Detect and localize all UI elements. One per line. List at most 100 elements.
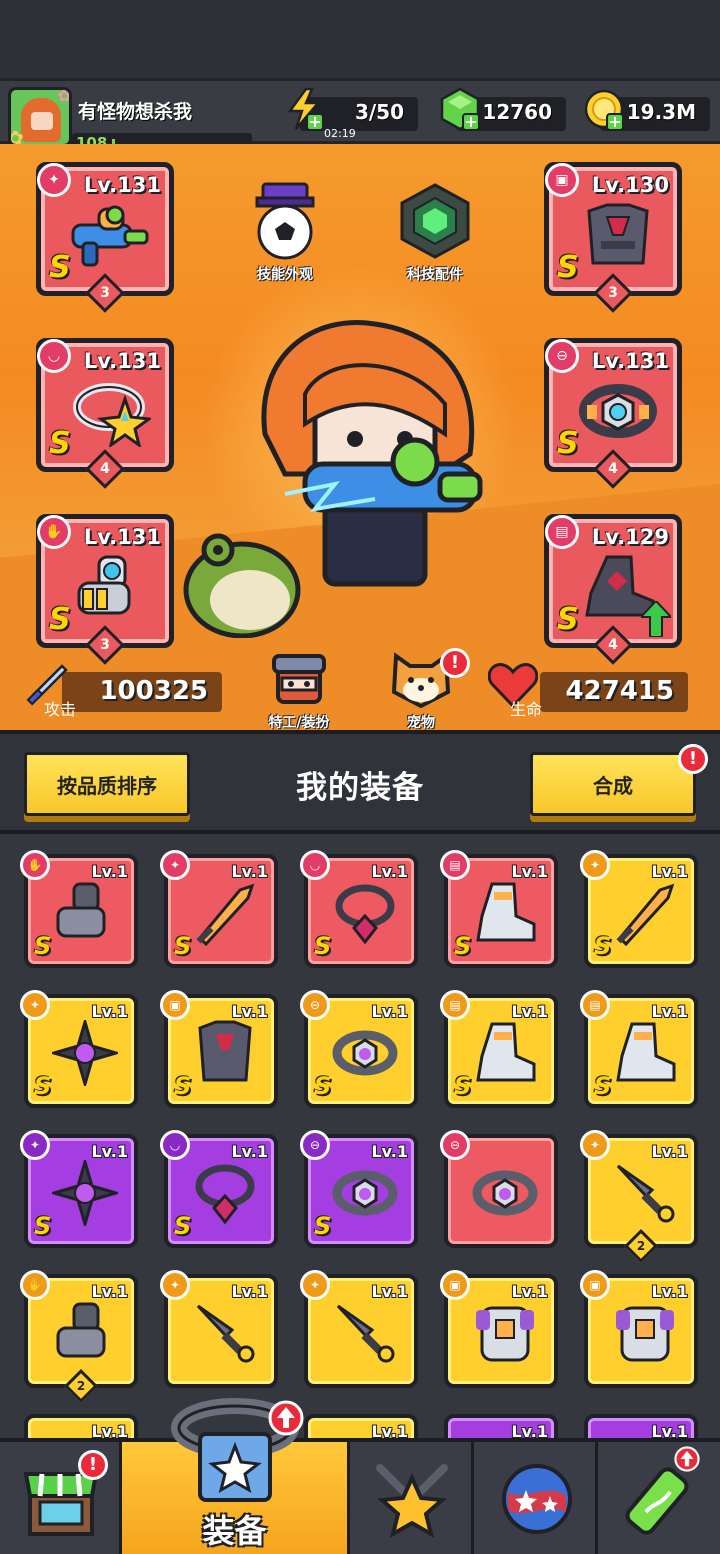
inventory-item[interactable]: ⊖ Lv.1 S bbox=[300, 990, 418, 1108]
add-gems-icon[interactable]: + bbox=[462, 113, 480, 131]
item-level: Lv.1 bbox=[371, 1282, 408, 1301]
equipped-slot-necklace[interactable]: ◡ Lv.131 S 4 bbox=[36, 338, 174, 489]
equipped-slot-armor[interactable]: ▣ Lv.130 S 3 bbox=[544, 162, 682, 313]
item-level: Lv.1 bbox=[231, 1002, 268, 1021]
item-grade: S bbox=[314, 1212, 332, 1240]
equipment-nav-label: 装备 bbox=[202, 1512, 267, 1550]
star-count: 2 bbox=[624, 1229, 658, 1263]
item-grade: S bbox=[314, 932, 332, 960]
chain-icon bbox=[195, 1164, 255, 1225]
inventory-item[interactable]: ▣ Lv.1 S bbox=[160, 990, 278, 1108]
inventory-item[interactable]: ⊖ Lv.1 S bbox=[300, 1130, 418, 1248]
inventory-item[interactable]: ◡ Lv.1 S bbox=[160, 1130, 278, 1248]
energy-value: 3/50 bbox=[354, 100, 404, 124]
gauntlet-icon bbox=[77, 555, 131, 615]
attack-value: 100325 bbox=[99, 676, 208, 706]
weapon-category-icon: ✦ bbox=[160, 1270, 190, 1300]
pet-label: 宠物 bbox=[407, 715, 435, 730]
item-level: Lv.1 bbox=[91, 1422, 128, 1438]
item-level: Lv.1 bbox=[511, 1282, 548, 1301]
weapon-category-icon: ✦ bbox=[37, 163, 71, 197]
item-level: Lv.1 bbox=[231, 862, 268, 881]
energy-counter[interactable]: + 3/50 bbox=[287, 87, 418, 131]
boot-icon bbox=[476, 1022, 536, 1082]
inventory-item[interactable]: Lv.1 bbox=[304, 1414, 418, 1438]
agent-icon bbox=[272, 654, 326, 704]
inventory-item[interactable]: ✦ Lv.1 S bbox=[20, 1130, 138, 1248]
merge-button[interactable]: 合成 bbox=[530, 752, 696, 816]
player-avatar[interactable]: ✿ ✿ bbox=[8, 87, 72, 147]
inventory-item[interactable]: Lv.1 bbox=[444, 1414, 558, 1438]
skill-skin-button[interactable]: 技能外观 bbox=[240, 182, 330, 284]
inventory-item[interactable]: ✦ Lv.1 S bbox=[160, 850, 278, 968]
inventory-item[interactable]: ✦ Lv.1 S bbox=[20, 990, 138, 1108]
inventory-item[interactable]: ▤ Lv.1 S bbox=[580, 990, 698, 1108]
dark-armor-icon bbox=[587, 203, 649, 265]
necklace-category-icon: ◡ bbox=[160, 1130, 190, 1160]
armor-category-icon: ▣ bbox=[580, 1270, 610, 1300]
planet-icon bbox=[502, 1464, 572, 1534]
kunai-icon bbox=[336, 1304, 395, 1363]
inventory-item[interactable]: ✦ Lv.1 bbox=[160, 1270, 278, 1388]
equipped-slot-gloves[interactable]: ✋ Lv.131 S 3 bbox=[36, 514, 174, 665]
nav-gene[interactable] bbox=[598, 1442, 720, 1554]
inventory-item[interactable]: ▤ Lv.1 S bbox=[440, 850, 558, 968]
item-grade: S bbox=[34, 932, 52, 960]
inventory-item[interactable]: ✦ Lv.1 bbox=[300, 1270, 418, 1388]
star-swords-icon bbox=[376, 1464, 448, 1538]
inventory-item[interactable]: ⊖ bbox=[440, 1130, 558, 1248]
coins-value: 19.3M bbox=[626, 100, 696, 124]
top-header: ✿ ✿ 有怪物想杀我 108 + 3/50 02:19 + 12760 + 19… bbox=[0, 78, 720, 153]
weapon-category-icon: ✦ bbox=[300, 1270, 330, 1300]
inventory-item[interactable]: ▣ Lv.1 bbox=[440, 1270, 558, 1388]
kunai-icon bbox=[616, 1164, 675, 1223]
belt-icon bbox=[332, 1030, 398, 1076]
shuriken-icon bbox=[52, 1160, 118, 1226]
gauntlet-icon bbox=[56, 1302, 106, 1358]
inventory-item[interactable]: ✦ Lv.1 S bbox=[580, 850, 698, 968]
shop-alert-badge: ! bbox=[78, 1450, 108, 1480]
vest-icon bbox=[616, 1306, 674, 1362]
inventory-item[interactable]: Lv.1 bbox=[24, 1414, 138, 1438]
gem-counter[interactable]: + 12760 bbox=[440, 87, 566, 131]
weapon-category-icon: ✦ bbox=[20, 1130, 50, 1160]
item-grade: S bbox=[314, 1072, 332, 1100]
equipped-slot-belt[interactable]: ⊖ Lv.131 S 4 bbox=[544, 338, 682, 489]
nav-world[interactable] bbox=[474, 1442, 598, 1554]
inventory-item[interactable]: ◡ Lv.1 S bbox=[300, 850, 418, 968]
nav-heroes[interactable] bbox=[350, 1442, 474, 1554]
nav-equipment[interactable]: 装备 bbox=[122, 1398, 350, 1554]
inventory-grid: ✋ Lv.1 S ✦ Lv.1 S ◡ Lv.1 S ▤ Lv.1 S ✦ Lv.1 S ✦ Lv.1 S ▣ Lv.… bbox=[0, 834, 720, 1438]
item-grade: S bbox=[594, 932, 612, 960]
equipped-slot-boots[interactable]: ▤ Lv.129 S 4 bbox=[544, 514, 682, 665]
star-count: 3 bbox=[593, 273, 633, 313]
item-grade: S bbox=[454, 1072, 472, 1100]
belt-icon bbox=[332, 1170, 398, 1216]
weapon-category-icon: ✦ bbox=[160, 850, 190, 880]
equipped-slot-weapon[interactable]: ✦ Lv.131 S 3 bbox=[36, 162, 174, 313]
item-level: Lv.1 bbox=[511, 1422, 548, 1438]
hp-value: 427415 bbox=[565, 676, 674, 706]
belt-category-icon: ⊖ bbox=[440, 1130, 470, 1160]
inventory-item[interactable]: ✦ Lv.1 2 bbox=[580, 1130, 698, 1263]
necklace-category-icon: ◡ bbox=[37, 339, 71, 373]
inventory-item[interactable]: Lv.1 bbox=[584, 1414, 698, 1438]
item-level: Lv.1 bbox=[511, 862, 548, 881]
item-level: Lv.1 bbox=[371, 862, 408, 881]
agent-outfit-button[interactable]: 特工/装扮 bbox=[254, 652, 344, 730]
tech-parts-button[interactable]: 科技配件 bbox=[390, 182, 480, 284]
add-energy-icon[interactable]: + bbox=[306, 113, 324, 131]
slot-level: Lv.131 bbox=[83, 349, 161, 373]
add-coins-icon[interactable]: + bbox=[606, 113, 624, 131]
item-grade: S bbox=[174, 1212, 192, 1240]
star-count: 4 bbox=[85, 449, 125, 489]
weapon-category-icon: ✦ bbox=[580, 850, 610, 880]
slot-grade: S bbox=[557, 250, 579, 285]
inventory-item[interactable]: ✋ Lv.1 2 bbox=[20, 1270, 138, 1403]
coin-counter[interactable]: + 19.3M bbox=[584, 89, 710, 131]
nav-shop[interactable]: ! bbox=[0, 1442, 122, 1554]
inventory-item[interactable]: ✋ Lv.1 S bbox=[20, 850, 138, 968]
item-grade: S bbox=[34, 1072, 52, 1100]
inventory-item[interactable]: ▣ Lv.1 bbox=[580, 1270, 698, 1388]
inventory-item[interactable]: ▤ Lv.1 S bbox=[440, 990, 558, 1108]
